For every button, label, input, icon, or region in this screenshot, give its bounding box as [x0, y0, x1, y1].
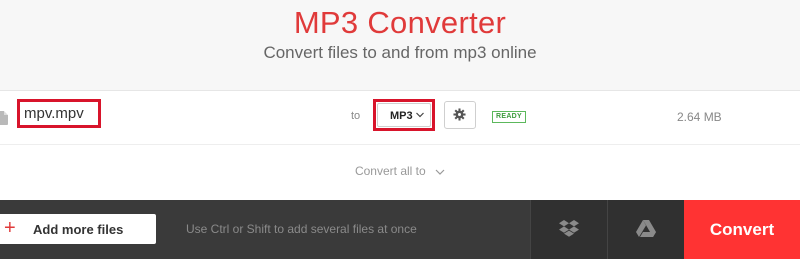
gear-icon: [453, 108, 466, 121]
format-select-inner: MP3: [377, 103, 431, 127]
chevron-down-icon: [435, 169, 445, 175]
google-drive-icon: [636, 220, 656, 237]
to-label: to: [351, 110, 361, 122]
dropbox-icon: [559, 220, 579, 237]
dropbox-button[interactable]: [530, 200, 607, 259]
page-header: MP3 Converter Convert files to and from …: [0, 0, 800, 90]
file-list: mpv.mpv to MP3 READY 2.64 MB Convert all…: [0, 90, 800, 201]
action-bar: + Add more files Use Ctrl or Shift to ad…: [0, 200, 800, 259]
file-name: mpv.mpv: [17, 99, 101, 128]
chevron-down-icon: [416, 112, 424, 118]
status-badge: READY: [492, 111, 527, 123]
format-value: MP3: [390, 110, 413, 122]
file-icon: [0, 111, 8, 125]
add-more-files-label: Add more files: [33, 222, 124, 237]
file-row: mpv.mpv to MP3 READY 2.64 MB: [0, 91, 800, 145]
convert-button[interactable]: Convert: [684, 200, 800, 259]
add-more-files-button[interactable]: + Add more files: [0, 214, 156, 244]
convert-all-dropdown[interactable]: Convert all to: [0, 164, 800, 178]
output-format-select[interactable]: MP3: [373, 99, 435, 131]
settings-button[interactable]: [444, 101, 476, 129]
plus-icon: +: [4, 217, 16, 239]
page-subtitle: Convert files to and from mp3 online: [263, 43, 537, 62]
google-drive-button[interactable]: [607, 200, 684, 259]
convert-all-label: Convert all to: [354, 164, 426, 178]
file-size: 2.64 MB: [677, 110, 722, 124]
page-title: MP3 Converter: [293, 5, 507, 40]
multi-select-hint: Use Ctrl or Shift to add several files a…: [186, 222, 417, 236]
